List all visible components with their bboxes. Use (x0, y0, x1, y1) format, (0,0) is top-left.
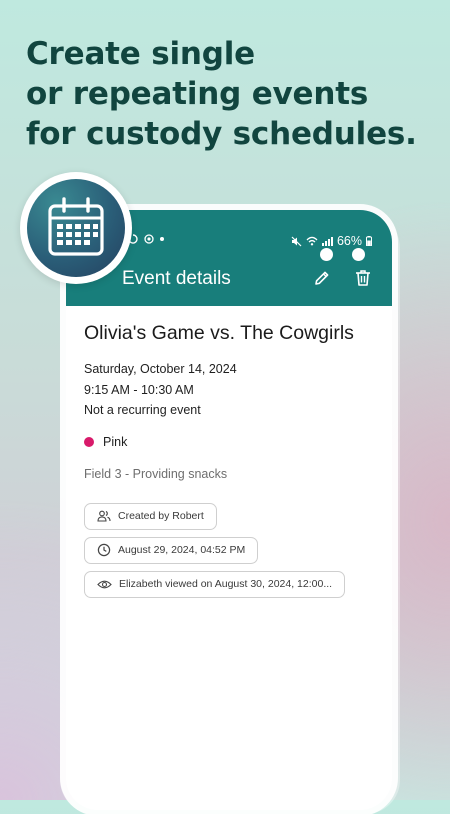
edit-button[interactable] (312, 268, 336, 292)
headline-line-2: or repeating events (26, 76, 369, 112)
viewed-chip: Elizabeth viewed on August 30, 2024, 12:… (84, 570, 346, 598)
event-time: 9:15 AM - 10:30 AM (84, 382, 194, 397)
viewed-text: Elizabeth viewed on August 30, 2024, 12:… (119, 578, 333, 590)
color-dot-icon (84, 436, 94, 447)
trash-icon (356, 270, 370, 286)
promo-headline: Create single or repeating events for cu… (26, 34, 446, 154)
pencil-icon (315, 271, 329, 285)
mute-icon (291, 236, 302, 246)
phone-screen: 66% Event details Olivia's Game vs. The … (66, 210, 392, 810)
headline-line-3: for custody schedules. (26, 116, 417, 152)
created-by-text: Created by Robert (118, 510, 204, 522)
event-color-label: Pink (103, 434, 128, 449)
app-icon-badge (20, 172, 132, 284)
calendar-app-icon (27, 179, 125, 277)
created-at-chip: August 29, 2024, 04:52 PM (84, 536, 259, 564)
signal-icon (321, 237, 333, 246)
event-color-row: Pink (84, 435, 384, 449)
event-recurrence: Not a recurring event (84, 403, 201, 417)
event-meta-chips: Created by Robert August 29, 2024, 04:52… (84, 499, 384, 598)
camera-dot-left (320, 248, 333, 261)
event-date: Saturday, October 14, 2024 (84, 362, 237, 376)
clock-icon (97, 543, 111, 557)
headline-line-1: Create single (26, 36, 256, 72)
event-title: Olivia's Game vs. The Cowgirls (84, 322, 354, 344)
target-icon (144, 234, 154, 244)
status-left-icons (128, 234, 164, 244)
eye-icon (97, 580, 112, 588)
people-icon (97, 510, 111, 522)
event-notes: Field 3 - Providing snacks (84, 466, 228, 481)
wifi-icon (306, 236, 318, 246)
created-at-text: August 29, 2024, 04:52 PM (118, 544, 246, 556)
app-bar-title: Event details (122, 268, 231, 289)
camera-dot-right (352, 248, 365, 261)
battery-percent: 66% (336, 234, 362, 248)
notification-dot-icon (160, 237, 164, 241)
calendar-icon (48, 197, 104, 256)
event-details: Olivia's Game vs. The Cowgirls Saturday,… (84, 322, 384, 598)
status-right-icons: 66% (291, 234, 372, 248)
battery-icon (366, 236, 372, 246)
delete-button[interactable] (353, 268, 377, 292)
created-by-chip: Created by Robert (84, 502, 217, 530)
